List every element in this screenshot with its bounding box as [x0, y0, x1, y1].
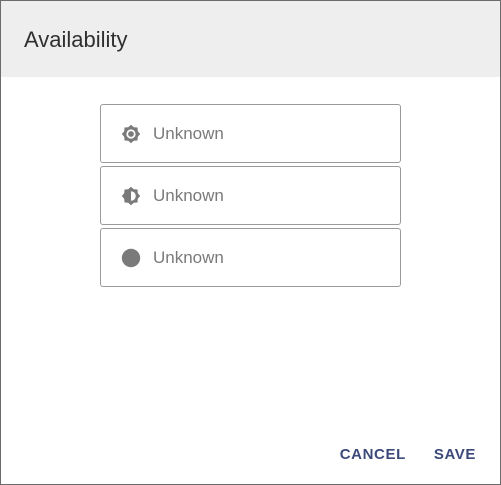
dialog-title: Availability — [24, 27, 128, 52]
option-label: Unknown — [153, 186, 224, 205]
filled-circle-icon — [121, 248, 141, 268]
dialog-header: Availability — [1, 1, 500, 77]
availability-option-1[interactable]: Unknown — [100, 104, 401, 163]
brightness-gear-icon — [121, 124, 141, 144]
dialog-actions: CANCEL SAVE — [340, 446, 476, 464]
availability-options: Unknown Unknown Unknown — [100, 104, 401, 287]
cancel-button[interactable]: CANCEL — [340, 446, 406, 464]
availability-dialog: Availability Unknown Unknown Unknown CAN… — [0, 0, 501, 485]
brightness-half-icon — [121, 186, 141, 206]
option-label: Unknown — [153, 248, 224, 267]
option-label: Unknown — [153, 124, 224, 143]
availability-option-2[interactable]: Unknown — [100, 166, 401, 225]
availability-option-3[interactable]: Unknown — [100, 228, 401, 287]
save-button[interactable]: SAVE — [434, 446, 476, 464]
